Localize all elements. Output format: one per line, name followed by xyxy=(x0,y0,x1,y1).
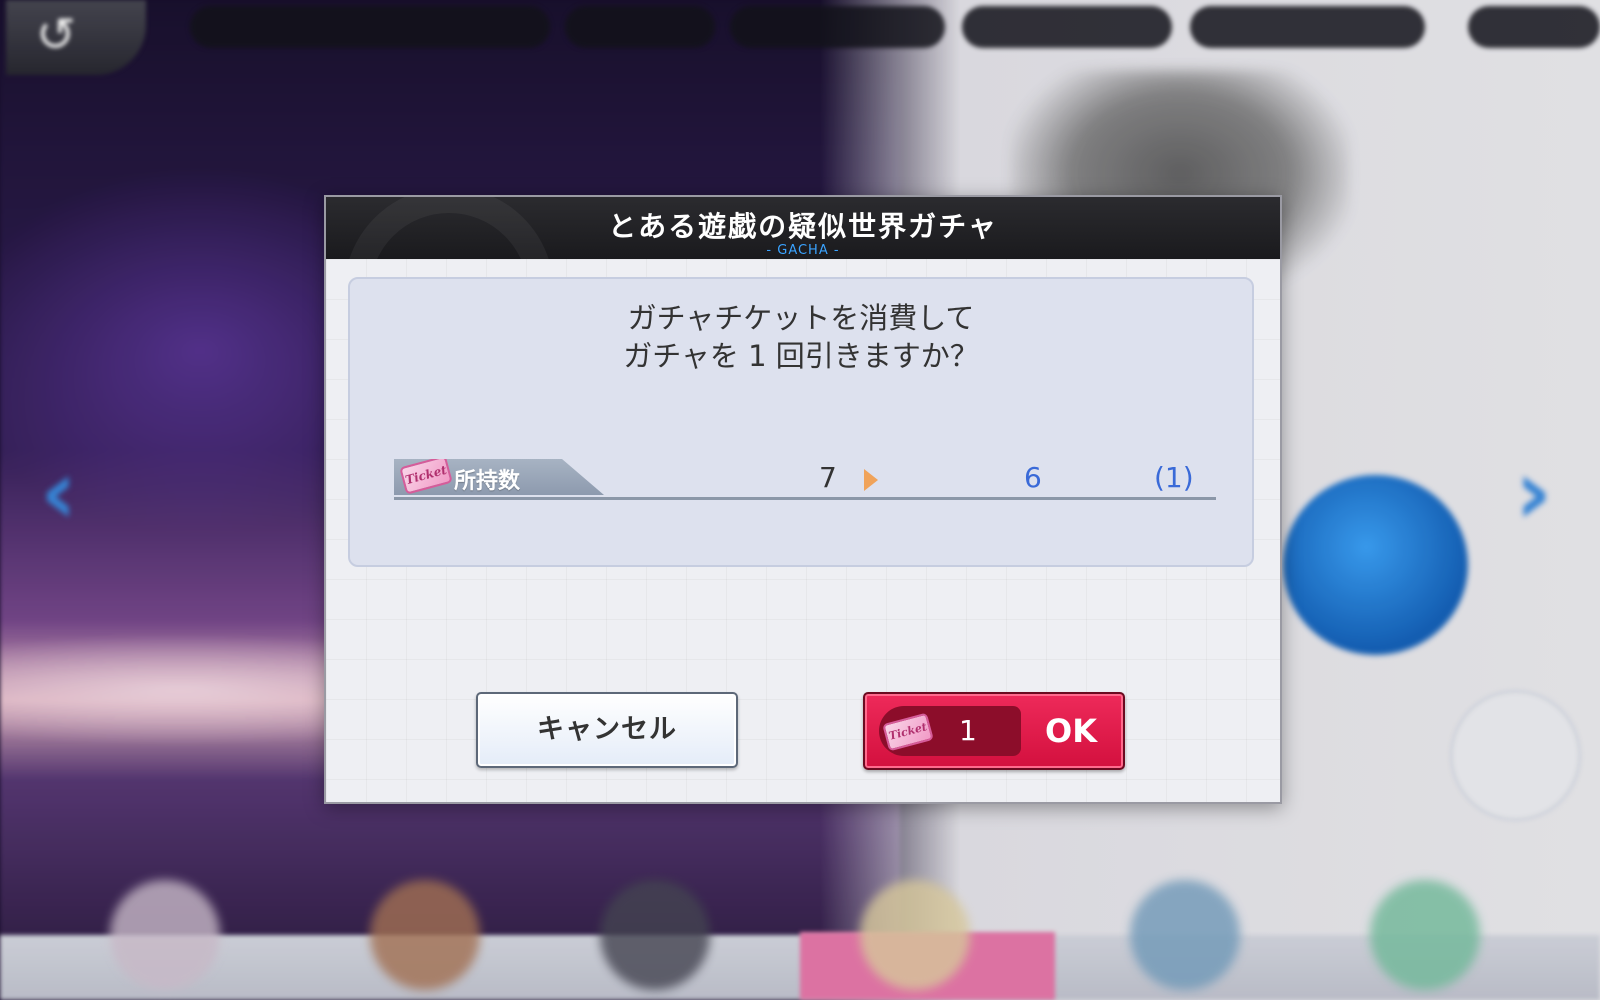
ok-button[interactable]: Ticket 1 OK xyxy=(863,692,1125,770)
confirm-message-line-2: ガチャを 1 回引きますか？ xyxy=(623,339,979,373)
message-panel: ガチャチケットを消費して ガチャを 1 回引きますか？ Ticket 所持数 7… xyxy=(348,277,1254,567)
dialog-title: とある遊戯の疑似世界ガチャ xyxy=(608,210,998,243)
cancel-button-label: キャンセル xyxy=(537,714,677,745)
confirm-message: ガチャチケットを消費して ガチャを 1 回引きますか？ xyxy=(350,299,1252,375)
dialog-subtitle: - GACHA - xyxy=(766,243,840,258)
ok-cost-badge: Ticket 1 xyxy=(879,706,1021,756)
triangle-right-icon xyxy=(864,469,878,491)
ticket-icon: Ticket xyxy=(399,459,453,495)
count-label: 所持数 xyxy=(454,469,521,494)
ok-ticket-cost: 1 xyxy=(959,714,977,747)
count-after: 6 xyxy=(1024,461,1042,494)
confirm-message-line-1: ガチャチケットを消費して xyxy=(627,301,975,335)
count-before: 7 xyxy=(819,461,837,494)
ticket-count-row: Ticket 所持数 7 6 (1) xyxy=(394,459,1216,500)
ticket-icon: Ticket xyxy=(882,712,934,752)
dialog-header: とある遊戯の疑似世界ガチャ - GACHA - xyxy=(326,197,1280,259)
count-consumed: (1) xyxy=(1154,461,1194,494)
cancel-button[interactable]: キャンセル xyxy=(476,692,738,768)
ok-button-label: OK xyxy=(1045,712,1097,750)
gacha-confirm-dialog: とある遊戯の疑似世界ガチャ - GACHA - ガチャチケットを消費して ガチャ… xyxy=(324,195,1282,804)
ticket-count-label-tab: Ticket 所持数 xyxy=(394,459,604,495)
